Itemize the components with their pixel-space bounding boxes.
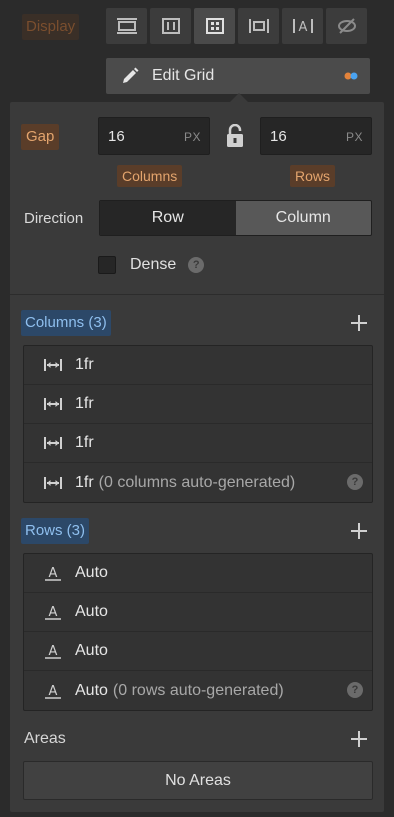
dense-label: Dense bbox=[130, 256, 177, 273]
direction-column-option[interactable]: Column bbox=[235, 201, 371, 235]
display-none-icon bbox=[337, 18, 356, 34]
column-track-row[interactable]: 1fr bbox=[24, 424, 372, 463]
row-track-row[interactable]: A Auto bbox=[24, 593, 372, 632]
display-inline-block-button[interactable] bbox=[238, 8, 279, 44]
side-gutter bbox=[0, 102, 10, 817]
column-auto-note: (0 columns auto-generated) bbox=[98, 473, 296, 491]
column-gap-unit[interactable]: PX bbox=[184, 130, 201, 144]
row-track-value: Auto bbox=[75, 681, 108, 699]
column-track-value: 1fr bbox=[75, 434, 94, 451]
column-gap-input[interactable]: 16 PX bbox=[98, 117, 210, 155]
display-grid-button[interactable] bbox=[194, 8, 235, 44]
rows-list: A Auto A Auto A Auto A Auto (0 rows auto… bbox=[23, 553, 373, 711]
unlock-icon[interactable] bbox=[226, 124, 244, 148]
help-icon[interactable]: ? bbox=[188, 257, 205, 273]
column-track-value: 1fr bbox=[75, 356, 94, 373]
help-icon[interactable]: ? bbox=[347, 682, 363, 698]
row-track-row[interactable]: A Auto bbox=[24, 632, 372, 671]
columns-list: 1fr 1fr 1fr 1fr (0 columns auto-generate… bbox=[23, 345, 373, 503]
column-width-icon bbox=[44, 435, 62, 451]
column-width-icon bbox=[44, 357, 62, 373]
svg-text:A: A bbox=[298, 20, 307, 35]
grid-indicator-icon bbox=[344, 72, 358, 80]
grid-settings-panel: Gap 16 PX 16 PX Columns Rows Direction R… bbox=[10, 102, 384, 812]
row-auto-height-icon: A bbox=[44, 604, 62, 620]
row-gap-input[interactable]: 16 PX bbox=[260, 117, 372, 155]
add-area-icon[interactable] bbox=[350, 730, 368, 748]
gap-label: Gap bbox=[21, 124, 60, 150]
pencil-icon bbox=[123, 67, 139, 83]
rows-section-title: Rows (3) bbox=[21, 518, 90, 544]
row-auto-height-icon: A bbox=[44, 565, 62, 581]
display-flex-button[interactable] bbox=[150, 8, 191, 44]
column-track-row[interactable]: 1fr bbox=[24, 385, 372, 424]
rows-gap-label: Rows bbox=[290, 165, 336, 187]
add-row-icon[interactable] bbox=[350, 522, 368, 540]
row-gap-value: 16 bbox=[270, 128, 287, 145]
row-track-value: Auto bbox=[75, 642, 108, 659]
columns-gap-label: Columns bbox=[117, 165, 183, 187]
add-column-icon[interactable] bbox=[350, 314, 368, 332]
display-mode-group: A bbox=[106, 8, 367, 44]
display-inline-button[interactable]: A bbox=[282, 8, 323, 44]
display-label: Display bbox=[22, 14, 80, 40]
display-none-button[interactable] bbox=[326, 8, 367, 44]
display-flex-icon bbox=[161, 18, 180, 34]
columns-section-title: Columns (3) bbox=[21, 310, 111, 336]
display-block-icon bbox=[116, 18, 137, 34]
column-gap-value: 16 bbox=[108, 128, 125, 145]
svg-text:A: A bbox=[49, 605, 58, 620]
dense-checkbox[interactable] bbox=[98, 256, 116, 274]
column-auto-track-row[interactable]: 1fr (0 columns auto-generated) ? bbox=[24, 463, 372, 502]
column-width-icon bbox=[44, 475, 62, 491]
help-icon[interactable]: ? bbox=[347, 474, 363, 490]
areas-label: Areas bbox=[24, 730, 66, 747]
svg-text:A: A bbox=[49, 644, 58, 659]
row-track-value: Auto bbox=[75, 603, 108, 620]
row-auto-note: (0 rows auto-generated) bbox=[112, 681, 284, 699]
edit-grid-button[interactable]: Edit Grid bbox=[106, 58, 370, 94]
column-track-row[interactable]: 1fr bbox=[24, 346, 372, 385]
column-track-value: 1fr bbox=[75, 395, 94, 412]
column-track-value: 1fr bbox=[75, 473, 94, 491]
row-auto-height-icon: A bbox=[44, 683, 62, 699]
display-block-button[interactable] bbox=[106, 8, 147, 44]
direction-toggle: Row Column bbox=[99, 200, 372, 236]
no-areas-box: No Areas bbox=[23, 761, 373, 800]
row-track-value: Auto bbox=[75, 564, 108, 581]
display-inline-icon: A bbox=[292, 19, 313, 35]
direction-row-option[interactable]: Row bbox=[100, 201, 236, 235]
dense-option: Dense ? bbox=[98, 256, 205, 274]
divider bbox=[10, 294, 384, 295]
display-inline-block-icon bbox=[248, 19, 269, 33]
row-auto-track-row[interactable]: A Auto (0 rows auto-generated) ? bbox=[24, 671, 372, 710]
display-grid-icon bbox=[205, 18, 224, 34]
row-track-row[interactable]: A Auto bbox=[24, 554, 372, 593]
top-bar: Display A Edit Grid bbox=[0, 0, 394, 103]
svg-text:A: A bbox=[49, 684, 58, 699]
row-auto-height-icon: A bbox=[44, 643, 62, 659]
svg-text:A: A bbox=[49, 566, 58, 581]
row-gap-unit[interactable]: PX bbox=[346, 130, 363, 144]
direction-label: Direction bbox=[24, 210, 84, 227]
edit-grid-label: Edit Grid bbox=[152, 67, 215, 84]
column-width-icon bbox=[44, 396, 62, 412]
